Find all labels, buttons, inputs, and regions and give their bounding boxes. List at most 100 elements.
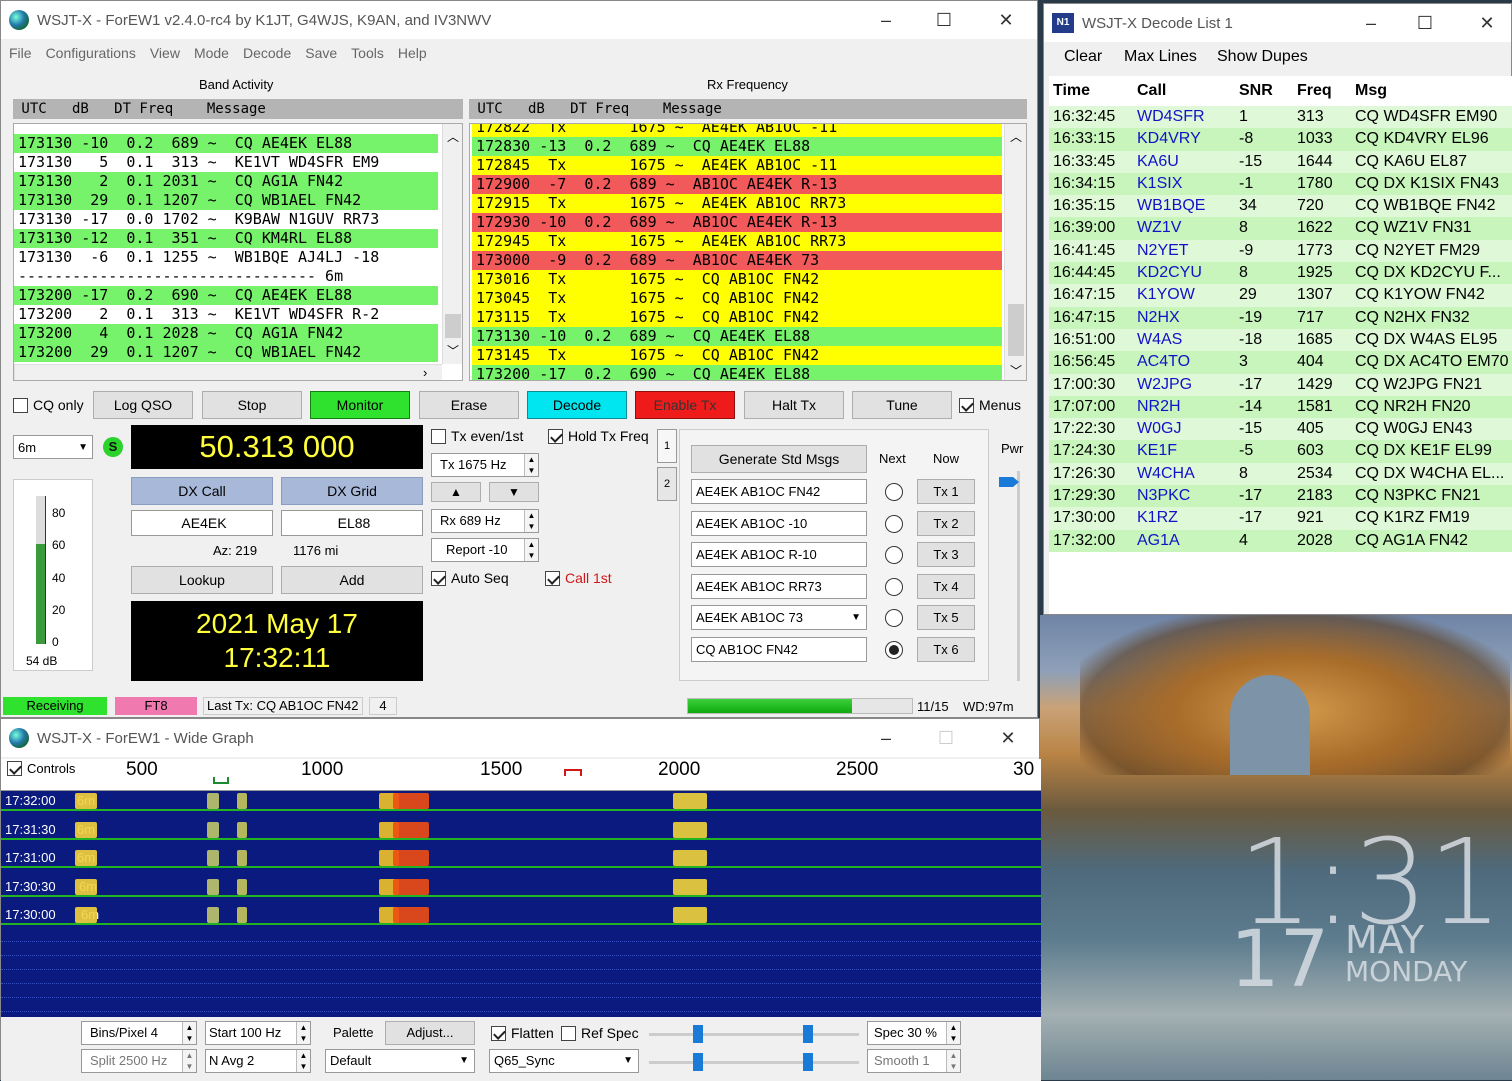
tx-now-button[interactable]: Tx 4	[917, 573, 975, 599]
tx-message-field[interactable]: AE4EK AB1OC R-10	[691, 542, 867, 567]
message-row[interactable]: 173130 -6 0.1 1255 ~ WB1BQE AJ4LJ -18	[14, 248, 438, 267]
spin-arrows-icon[interactable]: ▲ ▼	[296, 1022, 310, 1044]
message-row[interactable]: 172930 -10 0.2 689 ~ AB1OC AE4EK R-13	[472, 213, 1002, 232]
minimize-icon[interactable]: –	[871, 7, 901, 33]
tx-message-field[interactable]: AE4EK AB1OC RR73	[691, 573, 867, 599]
tune-button[interactable]: Tune	[852, 391, 952, 419]
tx-frequency-marker[interactable]	[564, 769, 582, 776]
decode-row[interactable]: 16:32:45 WD4SFR 1 313 CQ WD4SFR EM90	[1049, 106, 1512, 129]
decode-row[interactable]: 17:29:30 N3PKC -17 2183 CQ N3PKC FN21	[1049, 485, 1512, 508]
decode-row[interactable]: 16:47:15 K1YOW 29 1307 CQ K1YOW FN42	[1049, 284, 1512, 307]
tx-message-field[interactable]: AE4EK AB1OC -10	[691, 510, 867, 536]
hold-tx-freq-checkbox[interactable]: Hold Tx Freq	[548, 428, 649, 444]
message-row[interactable]: 173130 2 0.1 2031 ~ CQ AG1A FN42	[14, 172, 438, 191]
message-row[interactable]: 173200 4 0.1 2028 ~ CQ AG1A FN42	[14, 324, 438, 343]
message-row[interactable]: 172915 Tx 1675 ~ AE4EK AB1OC RR73	[472, 194, 1002, 213]
dx-call-input[interactable]: AE4EK	[131, 510, 273, 536]
tab-1[interactable]: 1	[657, 429, 677, 463]
message-row[interactable]: 173200 29 0.1 1207 ~ CQ WB1AEL FN42	[14, 343, 438, 362]
message-row[interactable]: 172830 -13 0.2 689 ~ CQ AE4EK EL88	[472, 137, 1002, 156]
close-icon[interactable]: ✕	[991, 7, 1021, 33]
decode-row[interactable]: 16:35:15 WB1BQE 34 720 CQ WB1BQE FN42	[1049, 195, 1512, 218]
zero-slider-handle[interactable]	[803, 1025, 813, 1043]
message-row[interactable]: 172822 Tx 1675 ~ AE4EK AB1OC -11	[472, 124, 1002, 137]
close-icon[interactable]: ✕	[993, 725, 1023, 751]
decode-row[interactable]: 17:00:30 W2JPG -17 1429 CQ W2JPG FN21	[1049, 373, 1512, 396]
decode-row[interactable]: 17:22:30 W0GJ -15 405 CQ W0GJ EN43	[1049, 418, 1512, 441]
dx-grid-input[interactable]: EL88	[281, 510, 423, 536]
split-spinbox[interactable]: Split 2500 Hz ▲ ▼	[81, 1049, 197, 1073]
menu-save[interactable]: Save	[305, 41, 337, 65]
tx-now-button[interactable]: Tx 1	[917, 479, 975, 504]
checkbox-box[interactable]	[431, 570, 446, 586]
menus-checkbox[interactable]: Menus	[959, 397, 1021, 413]
power-slider-handle[interactable]	[999, 477, 1019, 487]
maximize-icon[interactable]: ☐	[929, 7, 959, 33]
spin-arrows-icon[interactable]: ▲ ▼	[524, 539, 538, 561]
decode-row[interactable]: 17:30:00 K1RZ -17 921 CQ K1RZ FM19	[1049, 507, 1512, 530]
tab-2[interactable]: 2	[657, 467, 677, 501]
message-row[interactable]: 173145 Tx 1675 ~ CQ AB1OC FN42	[472, 346, 1002, 365]
message-row[interactable]: 173130 29 0.1 1207 ~ CQ WB1AEL FN42	[14, 191, 438, 210]
add-button[interactable]: Add	[281, 566, 423, 594]
spin-arrows-icon[interactable]: ▲ ▼	[524, 454, 538, 476]
tx-frequency-spinbox[interactable]: Tx 1675 Hz ▲ ▼	[431, 453, 539, 477]
rx-frequency-spinbox[interactable]: Rx 689 Hz ▲ ▼	[431, 509, 539, 533]
band-activity-list[interactable]: 173130 -10 0.2 689 ~ CQ AE4EK EL88 173130…	[13, 123, 463, 381]
spec-gain-slider-track[interactable]	[649, 1061, 859, 1064]
stop-button[interactable]: Stop	[202, 391, 302, 419]
tx-message-field[interactable]: AE4EK AB1OC FN42	[691, 479, 867, 504]
message-row[interactable]: 173045 Tx 1675 ~ CQ AB1OC FN42	[472, 289, 1002, 308]
palette-select[interactable]: Default ▼	[325, 1049, 475, 1073]
decode-row[interactable]: 16:47:15 N2HX -19 717 CQ N2HX FN32	[1049, 306, 1512, 329]
menu-help[interactable]: Help	[398, 41, 427, 65]
checkbox-box[interactable]	[7, 761, 22, 776]
scroll-right-icon[interactable]: ›	[423, 365, 427, 380]
spin-arrows-icon[interactable]: ▲ ▼	[524, 510, 538, 532]
tx-message-field[interactable]: CQ AB1OC FN42	[691, 636, 867, 662]
message-row[interactable]: 173200 -17 0.2 690 ~ CQ AE4EK EL88	[472, 365, 1002, 380]
band-select[interactable]: 6m ▼	[13, 435, 93, 459]
gain-slider-track[interactable]	[649, 1033, 859, 1036]
col-msg[interactable]: Msg	[1349, 76, 1512, 106]
flatten-checkbox[interactable]: Flatten	[491, 1025, 554, 1041]
log-qso-button[interactable]: Log QSO	[93, 391, 193, 419]
sync-mode-select[interactable]: Q65_Sync ▼	[489, 1049, 639, 1073]
col-call[interactable]: Call	[1133, 76, 1233, 106]
decode-row[interactable]: 16:33:45 KA6U -15 1644 CQ KA6U EL87	[1049, 150, 1512, 173]
maximize-icon[interactable]: ☐	[931, 725, 961, 751]
controls-checkbox[interactable]: Controls	[7, 761, 75, 776]
rx-frequency-list[interactable]: 172822 Tx 1675 ~ AE4EK AB1OC -11 172830 -…	[469, 123, 1027, 381]
enable-tx-button[interactable]: Enable Tx	[635, 391, 735, 419]
close-icon[interactable]: ✕	[1472, 10, 1502, 36]
spin-arrows-icon[interactable]: ▲ ▼	[946, 1022, 960, 1044]
adjust-palette-button[interactable]: Adjust...	[385, 1021, 475, 1045]
message-row[interactable]: 172945 Tx 1675 ~ AE4EK AB1OC RR73	[472, 232, 1002, 251]
checkbox-box[interactable]	[561, 1025, 576, 1041]
scroll-up-icon[interactable]: ︿	[1010, 128, 1022, 145]
erase-button[interactable]: Erase	[419, 391, 519, 419]
next-radio[interactable]	[885, 609, 903, 627]
report-spinbox[interactable]: Report -10 ▲ ▼	[431, 538, 539, 562]
message-row[interactable]: 173115 Tx 1675 ~ CQ AB1OC FN42	[472, 308, 1002, 327]
scroll-thumb[interactable]	[1008, 304, 1024, 356]
message-row[interactable]: 173200 -17 0.2 690 ~ CQ AE4EK EL88	[14, 286, 438, 305]
clear-button[interactable]: Clear	[1064, 48, 1102, 66]
tx-even-checkbox[interactable]: Tx even/1st	[431, 428, 523, 444]
lookup-button[interactable]: Lookup	[131, 566, 273, 594]
message-row[interactable]: 173016 Tx 1675 ~ CQ AB1OC FN42	[472, 270, 1002, 289]
menu-view[interactable]: View	[150, 41, 180, 65]
col-time[interactable]: Time	[1049, 76, 1133, 106]
menu-mode[interactable]: Mode	[194, 41, 229, 65]
generate-std-msgs-button[interactable]: Generate Std Msgs	[691, 445, 867, 473]
decode-row[interactable]: 16:33:15 KD4VRY -8 1033 CQ KD4VRY EL96	[1049, 128, 1512, 151]
next-radio[interactable]	[885, 546, 903, 564]
band-activity-scrollbar[interactable]: ︿ ﹀	[442, 124, 462, 364]
next-radio[interactable]	[885, 640, 903, 659]
checkbox-box[interactable]	[431, 428, 446, 444]
message-row[interactable]: 172900 -7 0.2 689 ~ AB1OC AE4EK R-13	[472, 175, 1002, 194]
maximize-icon[interactable]: ☐	[1410, 10, 1440, 36]
tx-message-field[interactable]: AE4EK AB1OC 73 ▼	[691, 605, 867, 630]
start-freq-spinbox[interactable]: Start 100 Hz ▲ ▼	[205, 1021, 311, 1045]
menu-file[interactable]: File	[9, 41, 32, 65]
